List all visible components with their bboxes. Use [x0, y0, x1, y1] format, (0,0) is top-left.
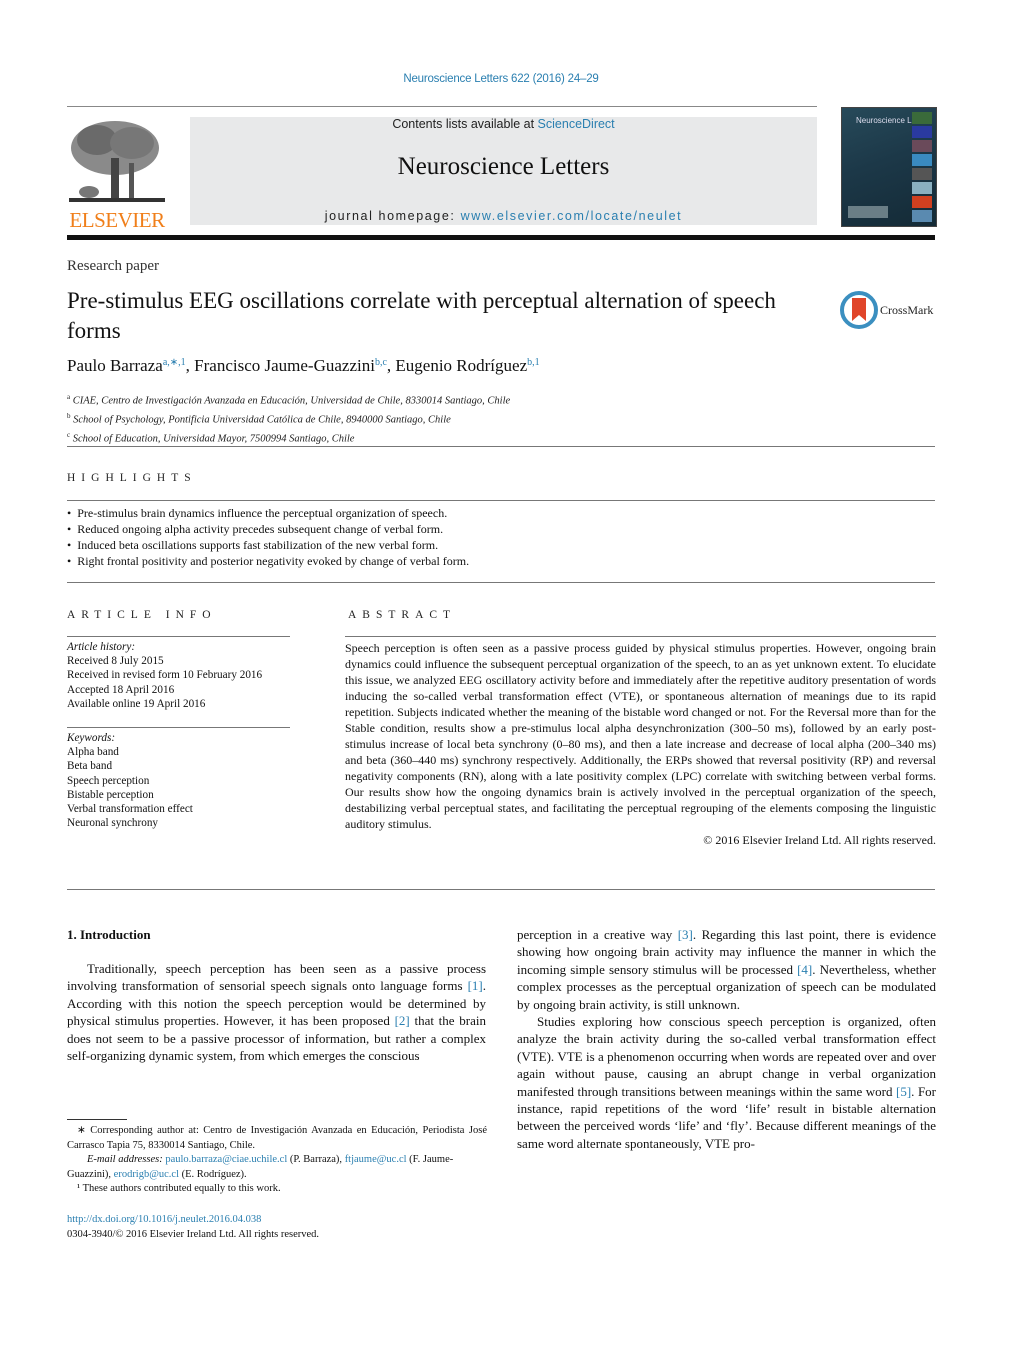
history-item: Accepted 18 April 2016: [67, 683, 175, 696]
keyword: Bistable perception: [67, 788, 154, 801]
crossmark-button[interactable]: CrossMark: [840, 290, 940, 330]
author-affil-markers[interactable]: a,∗,1: [163, 357, 186, 368]
author[interactable]: Paulo Barrazaa,∗,1: [67, 356, 186, 375]
homepage-line: journal homepage: www.elsevier.com/locat…: [190, 209, 817, 223]
keywords: Keywords: Alpha band Beta band Speech pe…: [67, 731, 290, 830]
contents-prefix: Contents lists available at: [392, 117, 538, 131]
history-item: Received in revised form 10 February 201…: [67, 669, 263, 682]
equal-contribution-note: ¹ These authors contributed equally to t…: [77, 1183, 281, 1194]
cover-bar: [848, 206, 888, 218]
email-link[interactable]: ftjaume@uc.cl: [345, 1154, 407, 1165]
contents-line: Contents lists available at ScienceDirec…: [190, 117, 817, 131]
journal-cover-thumbnail[interactable]: Neuroscience Letters: [841, 107, 937, 227]
author[interactable]: Francisco Jaume-Guazzinib,c: [194, 356, 387, 375]
author-list: Paulo Barrazaa,∗,1, Francisco Jaume-Guaz…: [67, 356, 540, 376]
abstract-copyright: © 2016 Elsevier Ireland Ltd. All rights …: [703, 833, 936, 847]
section-heading-introduction: 1. Introduction: [67, 927, 151, 942]
divider: [67, 446, 935, 447]
header-thick-rule: [67, 235, 935, 240]
keyword: Beta band: [67, 760, 113, 773]
elsevier-wordmark: ELSEVIER: [69, 208, 165, 232]
history-item: Available online 19 April 2016: [67, 697, 206, 710]
article-history: Article history: Received 8 July 2015 Re…: [67, 640, 290, 711]
body-column-right: perception in a creative way [3]. Regard…: [517, 926, 936, 1152]
affiliation: c School of Education, Universidad Mayor…: [67, 431, 355, 445]
article-title: Pre-stimulus EEG oscillations correlate …: [67, 288, 776, 343]
article-info-heading: ARTICLE INFO: [67, 609, 217, 621]
highlights-heading: HIGHLIGHTS: [67, 472, 197, 484]
highlights-list: Pre-stimulus brain dynamics influence th…: [67, 505, 469, 569]
divider: [67, 889, 935, 890]
keyword: Speech perception: [67, 774, 150, 787]
keyword: Alpha band: [67, 746, 119, 759]
affiliation: a CIAE, Centro de Investigación Avanzada…: [67, 393, 511, 407]
author-affil-markers[interactable]: b,c: [375, 357, 387, 368]
affiliation: b School of Psychology, Pontificia Unive…: [67, 412, 451, 426]
article-type: Research paper: [67, 258, 160, 274]
citation-link[interactable]: [2]: [395, 1013, 410, 1028]
history-item: Received 8 July 2015: [67, 655, 164, 668]
body-column-left: Traditionally, speech perception has bee…: [67, 960, 486, 1064]
footnotes: ∗ Corresponding author at: Centro de Inv…: [67, 1124, 487, 1197]
abstract-text: Speech perception is often seen as a pas…: [345, 641, 936, 831]
keyword: Neuronal synchrony: [67, 817, 159, 830]
sciencedirect-link[interactable]: ScienceDirect: [538, 117, 615, 131]
divider: [67, 582, 935, 583]
journal-title: Neuroscience Letters: [397, 153, 610, 180]
elsevier-logo[interactable]: ELSEVIER: [67, 118, 167, 232]
highlight-item: Reduced ongoing alpha activity precedes …: [67, 521, 469, 537]
email-link[interactable]: paulo.barraza@ciae.uchile.cl: [165, 1154, 287, 1165]
divider: [67, 727, 290, 728]
journal-banner: Contents lists available at ScienceDirec…: [190, 117, 817, 225]
highlight-item: Pre-stimulus brain dynamics influence th…: [67, 505, 469, 521]
citation-link[interactable]: [4]: [797, 962, 812, 977]
divider: [67, 500, 935, 501]
cover-image-strip: [912, 112, 932, 222]
homepage-prefix: journal homepage:: [324, 209, 461, 223]
author-affil-markers[interactable]: b,1: [527, 357, 540, 368]
elsevier-tree-icon: [69, 121, 165, 202]
highlight-item: Right frontal positivity and posterior n…: [67, 553, 469, 569]
doi-link[interactable]: http://dx.doi.org/10.1016/j.neulet.2016.…: [67, 1212, 319, 1227]
footnote-rule: [67, 1119, 127, 1120]
abstract-body: Speech perception is often seen as a pas…: [345, 640, 936, 848]
homepage-link[interactable]: www.elsevier.com/locate/neulet: [461, 209, 683, 223]
citation-link[interactable]: [1]: [468, 978, 483, 993]
paragraph: perception in a creative way [3]. Regard…: [517, 927, 936, 1012]
journal-reference[interactable]: Neuroscience Letters 622 (2016) 24–29: [0, 73, 1002, 85]
abstract-heading: ABSTRACT: [348, 609, 457, 621]
paragraph: Traditionally, speech perception has bee…: [67, 961, 486, 1064]
history-label: Article history:: [67, 641, 136, 653]
keywords-label: Keywords:: [67, 732, 116, 744]
email-link[interactable]: erodrigb@uc.cl: [114, 1169, 179, 1180]
citation-link[interactable]: [3]: [678, 927, 693, 942]
issn-copyright: 0304-3940/© 2016 Elsevier Ireland Ltd. A…: [67, 1229, 320, 1240]
crossmark-label: CrossMark: [880, 303, 934, 317]
citation-link[interactable]: [5]: [896, 1084, 911, 1099]
author[interactable]: Eugenio Rodríguezb,1: [395, 356, 539, 375]
crossmark-icon: [840, 291, 878, 329]
email-addresses: E-mail addresses: paulo.barraza@ciae.uch…: [67, 1154, 454, 1180]
divider: [345, 636, 936, 637]
divider: [67, 636, 290, 637]
corresponding-author-note: ∗ Corresponding author at: Centro de Inv…: [67, 1125, 487, 1151]
header-rule: [67, 106, 817, 107]
highlight-item: Induced beta oscillations supports fast …: [67, 537, 469, 553]
doi-block: http://dx.doi.org/10.1016/j.neulet.2016.…: [67, 1212, 319, 1242]
keyword: Verbal transformation effect: [67, 803, 193, 816]
paragraph: Studies exploring how conscious speech p…: [517, 1014, 937, 1151]
author-separator: ,: [185, 356, 195, 375]
affiliations: a CIAE, Centro de Investigación Avanzada…: [67, 390, 510, 447]
